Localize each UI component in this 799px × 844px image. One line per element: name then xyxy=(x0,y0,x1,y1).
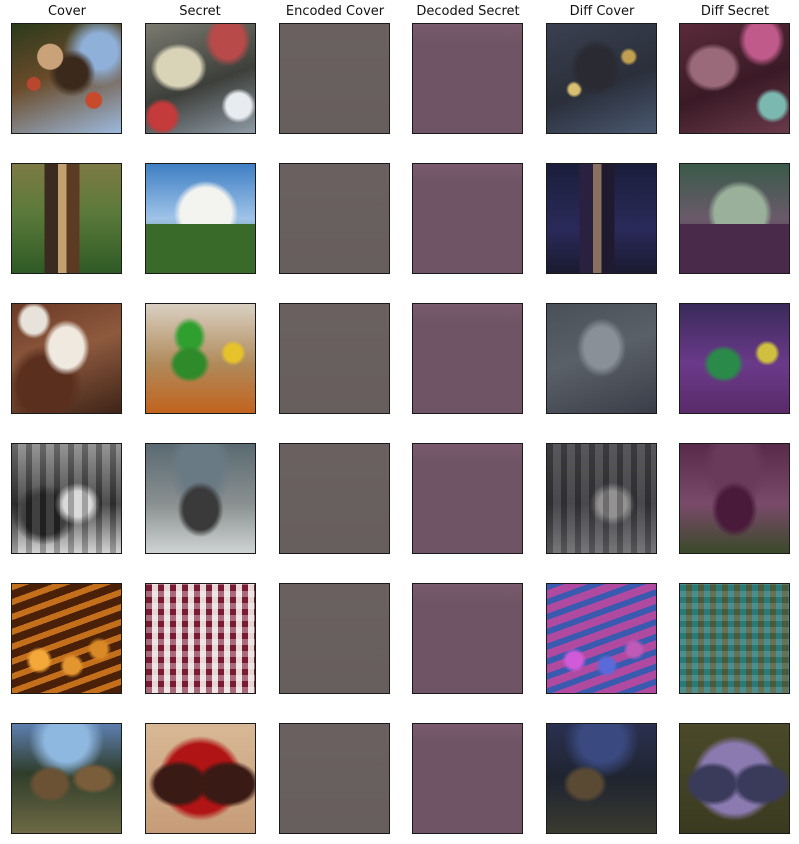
encoded-cover-image-row-4 xyxy=(279,443,390,554)
column-title-diff-secret: Diff Secret xyxy=(700,4,770,19)
cover-image-row-3 xyxy=(11,303,122,414)
cover-image-content xyxy=(12,24,121,133)
diff-cover-image-content xyxy=(547,304,656,413)
diff-secret-image-row-2 xyxy=(679,163,790,274)
encoded-cover-image-row-6 xyxy=(279,723,390,834)
encoded-cover-image-content xyxy=(280,444,389,553)
diff-cover-image-row-4 xyxy=(546,443,657,554)
cover-image-row-5 xyxy=(11,583,122,694)
secret-image-row-6 xyxy=(145,723,256,834)
cover-image-row-6 xyxy=(11,723,122,834)
diff-cover-image-content xyxy=(547,24,656,133)
decoded-secret-image-row-1 xyxy=(412,23,523,134)
diff-secret-image-row-1 xyxy=(679,23,790,134)
encoded-cover-image-content xyxy=(280,164,389,273)
diff-secret-image-row-5 xyxy=(679,583,790,694)
encoded-cover-image-content xyxy=(280,724,389,833)
diff-secret-image-content xyxy=(680,24,789,133)
image-grid: Cover Secret Encoded Cover Decoded Secret Di… xyxy=(0,0,799,844)
diff-secret-image-row-3 xyxy=(679,303,790,414)
diff-cover-image-content xyxy=(547,724,656,833)
diff-cover-image-content xyxy=(547,444,656,553)
encoded-cover-image-row-5 xyxy=(279,583,390,694)
secret-image-content xyxy=(146,304,255,413)
decoded-secret-image-content xyxy=(413,164,522,273)
diff-cover-image-row-1 xyxy=(546,23,657,134)
secret-image-row-3 xyxy=(145,303,256,414)
decoded-secret-image-row-6 xyxy=(412,723,523,834)
secret-image-row-5 xyxy=(145,583,256,694)
cover-image-content xyxy=(12,724,121,833)
encoded-cover-image-row-3 xyxy=(279,303,390,414)
diff-secret-image-content xyxy=(680,304,789,413)
decoded-secret-image-row-2 xyxy=(412,163,523,274)
diff-secret-image-content xyxy=(680,444,789,553)
secret-image-row-4 xyxy=(145,443,256,554)
secret-image-content xyxy=(146,584,255,693)
decoded-secret-image-content xyxy=(413,304,522,413)
decoded-secret-image-content xyxy=(413,724,522,833)
encoded-cover-image-row-1 xyxy=(279,23,390,134)
diff-cover-image-row-6 xyxy=(546,723,657,834)
secret-image-content xyxy=(146,724,255,833)
cover-image-row-2 xyxy=(11,163,122,274)
encoded-cover-image-content xyxy=(280,584,389,693)
diff-secret-image-content xyxy=(680,164,789,273)
column-title-decoded-secret: Decoded Secret xyxy=(416,4,520,19)
decoded-secret-image-content xyxy=(413,24,522,133)
column-title-cover: Cover xyxy=(47,4,87,19)
decoded-secret-image-content xyxy=(413,444,522,553)
encoded-cover-image-content xyxy=(280,24,389,133)
cover-image-content xyxy=(12,304,121,413)
secret-image-content xyxy=(146,444,255,553)
diff-cover-image-row-2 xyxy=(546,163,657,274)
diff-secret-image-row-4 xyxy=(679,443,790,554)
diff-cover-image-content xyxy=(547,584,656,693)
cover-image-row-1 xyxy=(11,23,122,134)
decoded-secret-image-row-5 xyxy=(412,583,523,694)
encoded-cover-image-content xyxy=(280,304,389,413)
encoded-cover-image-row-2 xyxy=(279,163,390,274)
decoded-secret-image-row-4 xyxy=(412,443,523,554)
diff-secret-image-content xyxy=(680,724,789,833)
decoded-secret-image-row-3 xyxy=(412,303,523,414)
secret-image-row-2 xyxy=(145,163,256,274)
cover-image-content xyxy=(12,164,121,273)
cover-image-content xyxy=(12,584,121,693)
diff-cover-image-content xyxy=(547,164,656,273)
cover-image-row-4 xyxy=(11,443,122,554)
secret-image-row-1 xyxy=(145,23,256,134)
secret-image-content xyxy=(146,24,255,133)
column-title-diff-cover: Diff Cover xyxy=(569,4,635,19)
diff-cover-image-row-5 xyxy=(546,583,657,694)
decoded-secret-image-content xyxy=(413,584,522,693)
diff-secret-image-content xyxy=(680,584,789,693)
cover-image-content xyxy=(12,444,121,553)
secret-image-content xyxy=(146,164,255,273)
diff-cover-image-row-3 xyxy=(546,303,657,414)
diff-secret-image-row-6 xyxy=(679,723,790,834)
column-title-encoded-cover: Encoded Cover xyxy=(285,4,385,19)
column-title-secret: Secret xyxy=(179,4,221,19)
